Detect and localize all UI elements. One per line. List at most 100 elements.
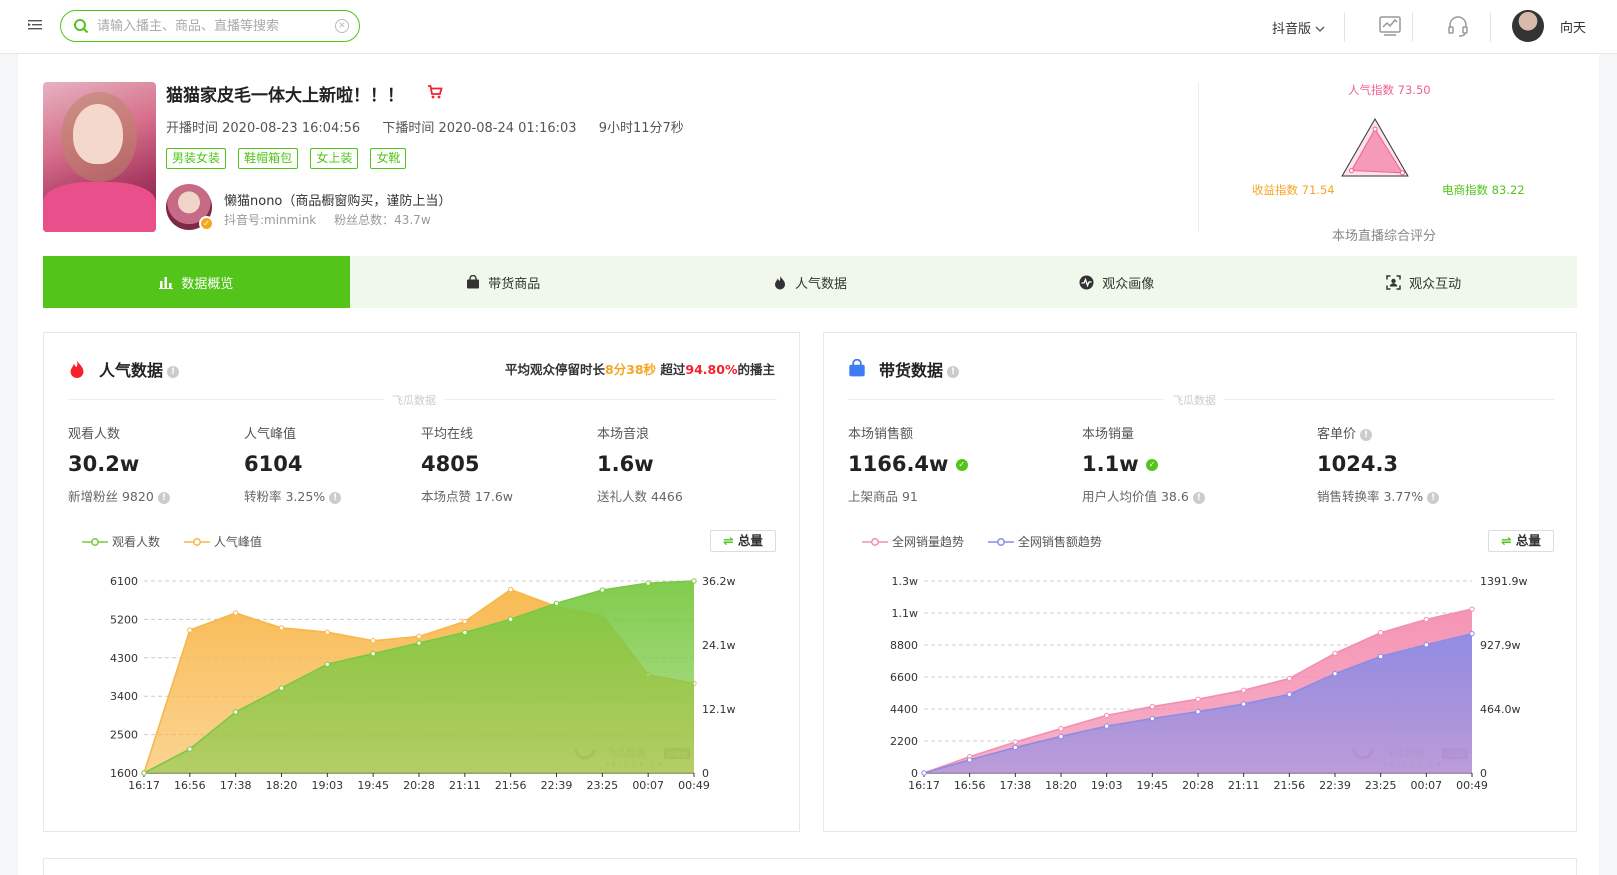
series-point [370, 638, 376, 644]
total-label: 总量 [737, 533, 763, 548]
tab-audience-interaction[interactable]: 观众互动 [1270, 256, 1577, 308]
y-right-tick-label: 927.9w [1480, 639, 1521, 652]
panel-title: 带货数据! [879, 357, 960, 381]
x-tick-label: 17:38 [220, 779, 252, 792]
metric-label: 本场销售额 [848, 427, 914, 442]
metric-sub: 用户人均价值 38.6 [1082, 489, 1189, 504]
menu-icon[interactable] [28, 18, 42, 32]
end-time: 下播时间 2020-08-24 01:16:03 [382, 121, 577, 136]
search-box[interactable]: ✕ [60, 10, 360, 42]
series-point [1103, 723, 1110, 729]
anchor-id: 抖音号:minmink [224, 213, 317, 227]
y-right-tick-label: 1391.9w [1480, 575, 1528, 588]
total-label: 总量 [1515, 533, 1541, 548]
tab-overview[interactable]: 数据概览 [43, 256, 350, 308]
info-icon[interactable]: ! [167, 365, 180, 378]
series-point [1377, 653, 1384, 660]
clear-icon[interactable]: ✕ [335, 19, 349, 33]
tab-popularity[interactable]: 人气数据 [657, 256, 964, 308]
legend-item[interactable]: 观看人数 [82, 533, 160, 550]
anchor-name[interactable]: 懒猫nono（商品橱窗购买，谨防上当） [224, 190, 451, 209]
y-left-tick-label: 3400 [110, 690, 138, 703]
metric-value: 30.2w [68, 452, 140, 476]
pulse-icon [1079, 275, 1094, 289]
next-panel [43, 858, 1577, 875]
series-point [1195, 696, 1201, 702]
y-left-tick-label: 6600 [890, 671, 918, 684]
x-tick-label: 18:20 [266, 779, 298, 792]
info-icon[interactable]: ! [947, 365, 960, 378]
anchor-meta: 抖音号:minmink 粉丝总数：43.7w [224, 211, 445, 228]
tab-audience-profile[interactable]: 观众画像 [963, 256, 1270, 308]
tag[interactable]: 女上装 [310, 148, 359, 169]
series-point [645, 580, 651, 586]
tag[interactable]: 女靴 [370, 148, 407, 169]
series-point [921, 770, 927, 776]
x-tick-label: 00:07 [1410, 779, 1442, 792]
search-input[interactable] [97, 16, 317, 36]
user-name[interactable]: 向天 [1560, 17, 1586, 36]
stay-mid: 超过 [656, 362, 686, 377]
radar-point [1372, 126, 1378, 132]
series-point [232, 709, 239, 715]
legend-item[interactable]: 全网销量趋势 [862, 533, 964, 550]
chart-legend: 观看人数 人气峰值 [82, 533, 282, 550]
series-point [1423, 642, 1430, 648]
info-icon[interactable]: ! [329, 491, 342, 504]
x-tick-label: 16:56 [174, 779, 206, 792]
tab-goods[interactable]: 带货商品 [350, 256, 657, 308]
x-tick-label: 21:56 [1273, 779, 1305, 792]
x-tick-label: 19:45 [1136, 779, 1168, 792]
info-icon[interactable]: ! [1192, 491, 1205, 504]
watermark: 飞瓜数据 [384, 392, 444, 408]
series-point [232, 610, 239, 616]
headset-icon[interactable] [1446, 14, 1470, 38]
legend-item[interactable]: 人气峰值 [183, 533, 262, 550]
legend-item[interactable]: 全网销售额趋势 [987, 533, 1102, 550]
check-icon: ✓ [955, 459, 968, 471]
tab-bar: 数据概览 带货商品 人气数据 观众画像 观众互动 [43, 256, 1577, 308]
toggle-icon: ⇌ [723, 533, 734, 548]
x-tick-label: 16:56 [954, 779, 986, 792]
total-toggle-button[interactable]: ⇌ 总量 [710, 530, 776, 552]
y-right-tick-label: 24.1w [702, 639, 736, 652]
metric-peak: 人气峰值 6104 转粉率 3.25%! [244, 423, 342, 505]
sales-panel: 带货数据! 飞瓜数据 本场销售额 1166.4w ✓ 上架商品 91 本场销量 … [823, 332, 1577, 832]
score-radar-chart [1341, 117, 1409, 177]
tag[interactable]: 男装女装 [166, 148, 227, 169]
live-title: 猫猫家皮毛一体大上新啦！！！ [166, 86, 404, 106]
info-icon[interactable]: ! [1427, 491, 1440, 504]
trend-chart-icon[interactable] [1378, 14, 1402, 38]
divider [1412, 12, 1413, 42]
x-tick-label: 22:39 [541, 779, 573, 792]
metric-sub: 新增粉丝 9820 [68, 489, 154, 504]
shopping-bag-icon [849, 359, 865, 377]
y-left-tick-label: 2200 [890, 735, 918, 748]
duration: 9小时11分7秒 [598, 121, 684, 136]
version-select[interactable]: 抖音版 [1272, 18, 1325, 37]
metric-sub: 转粉率 3.25% [244, 489, 326, 504]
panel-title-text: 带货数据 [879, 361, 944, 380]
metric-sub: 送礼人数 4466 [597, 489, 683, 504]
divider [1344, 12, 1345, 42]
user-avatar[interactable] [1512, 10, 1544, 42]
series-point [416, 633, 422, 640]
series-point [1149, 703, 1156, 710]
user-frame-icon [1386, 274, 1401, 290]
fans-count: 粉丝总数：43.7w [334, 213, 431, 227]
x-tick-label: 22:39 [1319, 779, 1351, 792]
x-tick-label: 19:03 [1091, 779, 1123, 792]
metric-label: 观看人数 [68, 427, 121, 442]
shopping-bag-icon [467, 275, 480, 289]
x-tick-label: 00:49 [1456, 779, 1488, 792]
x-tick-label: 19:03 [311, 779, 343, 792]
total-toggle-button[interactable]: ⇌ 总量 [1488, 530, 1554, 552]
tag[interactable]: 鞋帽箱包 [238, 148, 299, 169]
info-icon[interactable]: ! [1360, 428, 1373, 441]
x-tick-label: 16:17 [908, 779, 940, 792]
info-icon[interactable]: ! [157, 491, 170, 504]
y-left-tick-label: 4300 [110, 652, 138, 665]
series-point [324, 661, 331, 667]
stay-suffix: 的播主 [737, 362, 775, 377]
stay-percent: 94.80% [685, 362, 738, 377]
